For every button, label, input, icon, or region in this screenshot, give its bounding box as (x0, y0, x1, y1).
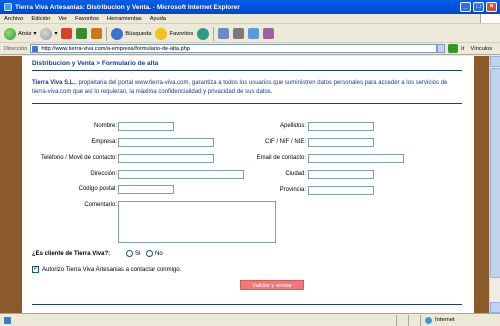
cif-input[interactable] (308, 138, 374, 147)
comentario-textarea[interactable] (118, 201, 276, 243)
codigo-postal-input[interactable] (118, 185, 174, 194)
autorizo-label: Autorizo Tierra Viva Artesanias a contac… (42, 267, 182, 273)
globe-icon (425, 316, 432, 324)
page-icon (32, 46, 39, 52)
intro-company: Tierra Viva S.L. (32, 80, 76, 86)
status-bar: Internet (0, 313, 500, 326)
favorites-button[interactable]: Favoritos (155, 27, 193, 40)
search-icon (111, 27, 124, 40)
ie-icon (4, 3, 12, 11)
address-bar: Dirección http://www.tierra-viva.com/a-e… (0, 43, 500, 55)
edit-icon[interactable] (248, 28, 260, 39)
ciudad-input[interactable] (308, 170, 374, 179)
provincia-input[interactable] (308, 186, 374, 195)
go-arrow-icon[interactable] (448, 44, 459, 53)
cliente-question-label: ¿Es cliente de Tierra Viva?: (32, 251, 111, 257)
scroll-down-icon[interactable] (490, 302, 500, 313)
divider (32, 103, 462, 104)
menu-ver[interactable]: Ver (58, 16, 67, 22)
maximize-button[interactable]: □ (473, 2, 484, 12)
search-button[interactable]: Búsqueda (111, 27, 151, 40)
scroll-thumb[interactable] (490, 68, 500, 278)
cif-label: CIF / NIF / NIE: (264, 139, 306, 145)
submit-button[interactable]: Validar y enviar (240, 280, 304, 290)
menu-archivo[interactable]: Archivo (4, 16, 23, 22)
home-icon[interactable] (91, 28, 103, 39)
codigo-postal-label: Código postal: (78, 186, 117, 192)
page-loaded-icon (4, 316, 11, 324)
windows-logo-icon (480, 14, 500, 23)
direccion-label: Dirección: (90, 171, 117, 177)
page-heading: Distribucion y Venta > Formulario de alt… (32, 60, 159, 67)
close-button[interactable]: × (486, 2, 497, 12)
discuss-icon[interactable] (263, 28, 275, 39)
print-icon[interactable] (233, 28, 245, 39)
links-button[interactable]: Vínculos (471, 46, 492, 52)
stop-icon[interactable] (61, 28, 73, 39)
forward-arrow-icon (40, 27, 53, 40)
title-bar: Tierra Viva Artesanias: Distribucion y V… (0, 0, 500, 14)
window-title: Tierra Viva Artesanias: Distribucion y V… (15, 3, 240, 11)
address-dropdown-button[interactable] (437, 44, 446, 53)
cliente-no-radio[interactable] (146, 250, 153, 257)
refresh-icon[interactable] (76, 28, 88, 39)
apellidos-label: Apellidos: (279, 123, 306, 129)
menu-edicion[interactable]: Edición (31, 16, 50, 22)
telefono-label: Teléfono / Movil de contacto: (40, 155, 117, 161)
divider (32, 304, 462, 305)
nombre-label: Nombre: (93, 123, 117, 129)
media-icon[interactable] (197, 27, 210, 40)
menu-favoritos[interactable]: Favoritos (75, 16, 99, 22)
scroll-up-icon[interactable] (490, 56, 500, 67)
email-input[interactable] (308, 154, 404, 163)
intro-text: Tierra Viva S.L., propietaria del portal… (32, 80, 448, 95)
divider (32, 70, 462, 71)
back-arrow-icon (4, 27, 16, 40)
address-label: Dirección (4, 45, 28, 52)
cliente-si-radio[interactable] (126, 250, 133, 257)
page-content: Distribucion y Venta > Formulario de alt… (22, 56, 474, 313)
telefono-input[interactable] (118, 154, 214, 163)
provincia-label: Provincia: (279, 187, 306, 193)
email-label: Email de contacto: (256, 155, 306, 161)
go-button[interactable]: Ir (461, 46, 464, 52)
forward-button[interactable]: ▾ (40, 27, 57, 40)
cliente-no-label: No (155, 251, 163, 257)
minimize-button[interactable]: _ (460, 2, 471, 12)
back-button[interactable]: Atrás ▾ (4, 27, 36, 40)
direccion-input[interactable] (118, 170, 244, 179)
menu-ayuda[interactable]: Ayuda (150, 16, 166, 22)
cliente-si-label: Si (135, 251, 141, 257)
star-icon (155, 27, 168, 40)
apellidos-input[interactable] (308, 122, 374, 131)
toolbar: Atrás ▾ ▾ Búsqueda Favoritos (0, 25, 500, 43)
autorizo-checkbox[interactable]: ✓ (32, 266, 39, 273)
ciudad-label: Ciudad: (285, 171, 306, 177)
menu-herramientas[interactable]: Herramientas (107, 16, 142, 22)
empresa-input[interactable] (118, 138, 214, 147)
security-zone: Internet (420, 314, 500, 326)
empresa-label: Empresa: (91, 139, 117, 145)
nombre-input[interactable] (118, 122, 174, 131)
vertical-scrollbar[interactable] (489, 56, 500, 313)
comentario-label: Comentario: (84, 202, 117, 208)
browser-viewport: Distribucion y Venta > Formulario de alt… (0, 56, 500, 313)
address-input[interactable]: http://www.tierra-viva.com/a-empresa/for… (30, 44, 438, 53)
mail-icon[interactable] (218, 28, 230, 39)
menu-bar: Archivo Edición Ver Favoritos Herramient… (0, 14, 500, 24)
